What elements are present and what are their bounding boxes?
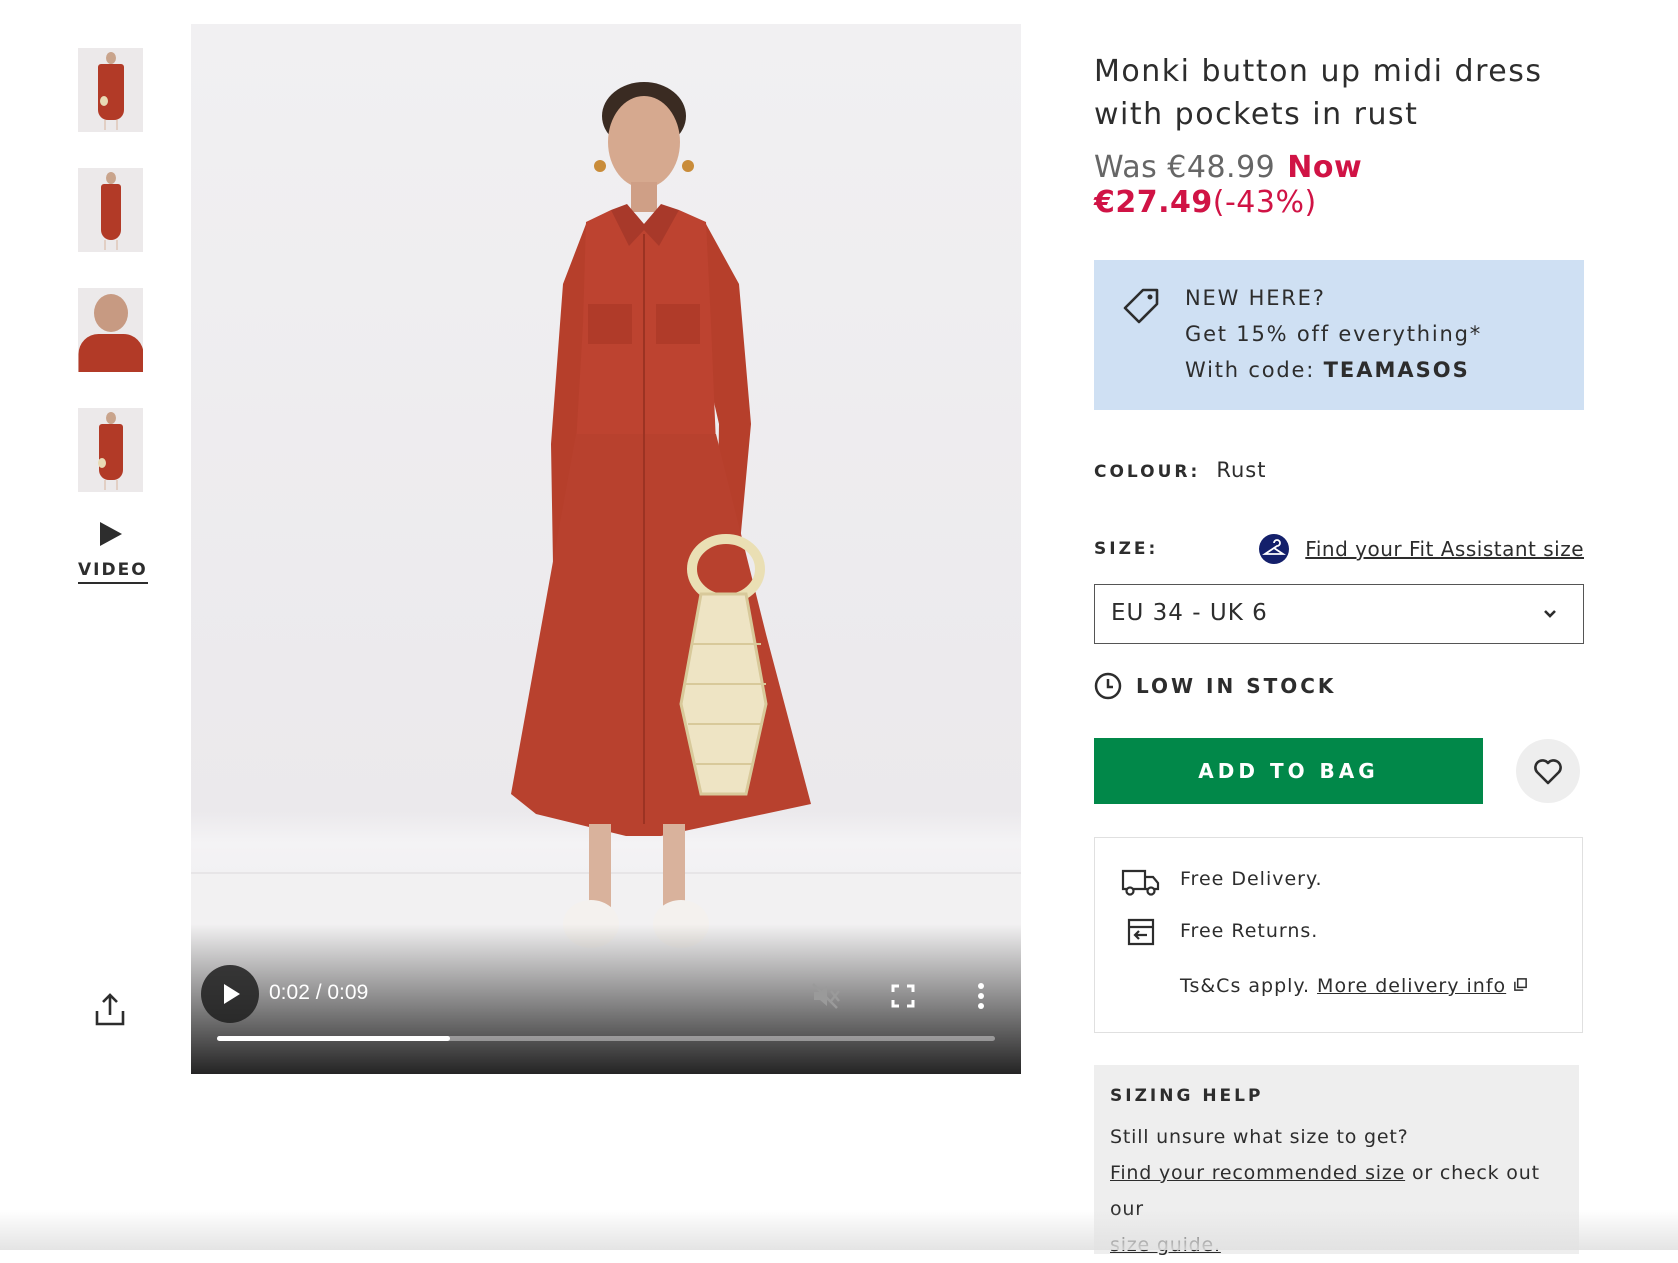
add-to-bag-button[interactable]: ADD TO BAG [1094, 738, 1483, 804]
colour-row: COLOUR: Rust [1094, 458, 1584, 482]
video-time: 0:02 / 0:09 [269, 981, 369, 1004]
promo-line-3: With code: TEAMASOS [1185, 352, 1584, 388]
video-progress-bar[interactable] [217, 1036, 995, 1041]
video-tab[interactable]: VIDEO [78, 522, 148, 584]
play-icon [100, 522, 122, 546]
thumbnail-3[interactable] [78, 288, 143, 372]
thumbnail-gallery [78, 48, 144, 528]
buy-row: ADD TO BAG [1094, 738, 1584, 804]
colour-value: Rust [1216, 458, 1267, 482]
terms-prefix: Ts&Cs apply. [1180, 975, 1318, 997]
size-label: SIZE: [1094, 539, 1159, 559]
delivery-info-box: Free Delivery. Free Returns. Ts&Cs apply… [1094, 837, 1583, 1033]
fit-assistant-link-text: Find your Fit Assistant size [1305, 537, 1584, 561]
thumbnail-bag [98, 458, 106, 468]
thumbnail-2[interactable] [78, 168, 143, 252]
thumbnail-figure-dress [98, 424, 123, 480]
promo-code-prefix: With code: [1185, 358, 1324, 382]
thumbnail-closeup-shirt [78, 334, 143, 372]
new-customer-promo: NEW HERE? Get 15% off everything* With c… [1094, 260, 1584, 410]
product-video-player[interactable]: 0:02 / 0:09 [191, 24, 1021, 1074]
promo-line-1: NEW HERE? [1185, 286, 1326, 310]
thumbnail-figure-head [105, 412, 116, 424]
product-title: Monki button up midi dress with pockets … [1094, 54, 1543, 132]
thumbnail-1[interactable] [78, 48, 143, 132]
fullscreen-icon[interactable] [891, 984, 915, 1008]
thumbnail-figure-dress [97, 64, 124, 120]
stock-label: LOW IN STOCK [1136, 674, 1337, 698]
stock-status: LOW IN STOCK [1094, 672, 1584, 700]
delivery-terms: Ts&Cs apply. More delivery info [1180, 975, 1528, 997]
colour-label: COLOUR: [1094, 462, 1201, 482]
thumbnail-figure-head [105, 52, 116, 64]
thumbnail-figure-dress [100, 184, 121, 240]
save-for-later-button[interactable] [1516, 739, 1580, 803]
discount-percent: (-43%) [1212, 185, 1317, 220]
free-returns-text: Free Returns. [1180, 920, 1319, 942]
thumbnail-bag [100, 96, 108, 106]
size-selected-value: EU 34 - UK 6 [1111, 600, 1268, 626]
more-options-icon[interactable] [971, 982, 991, 1010]
thumbnail-figure-legs [103, 240, 118, 250]
clock-icon [1094, 672, 1122, 700]
share-icon[interactable] [94, 993, 126, 1027]
thumbnail-closeup-head [93, 294, 128, 332]
fit-assistant-hanger-icon [1259, 534, 1290, 564]
returns-icon [1127, 918, 1155, 946]
hanger-glyph [1262, 539, 1287, 555]
video-tab-label: VIDEO [78, 560, 148, 584]
heart-icon [1534, 759, 1562, 785]
recommended-size-link[interactable]: Find your recommended size [1110, 1162, 1405, 1184]
delivery-truck-icon [1121, 869, 1160, 896]
page-bottom-shadow [0, 1210, 1678, 1250]
mute-icon[interactable] [811, 982, 841, 1010]
price-row: Was €48.99 Now €27.49(-43%) [1094, 150, 1584, 220]
product-info-panel: Monki button up midi dress with pockets … [1094, 50, 1584, 1256]
free-delivery-text: Free Delivery. [1180, 868, 1323, 890]
thumbnail-figure-legs [103, 120, 118, 130]
price-tag-icon [1123, 288, 1159, 324]
sizing-help-heading: SIZING HELP [1110, 1086, 1264, 1106]
external-link-icon [1514, 978, 1528, 991]
play-icon[interactable] [201, 965, 259, 1023]
promo-line-2: Get 15% off everything* [1185, 322, 1483, 346]
promo-code: TEAMASOS [1323, 358, 1470, 382]
video-progress-fill [217, 1036, 451, 1041]
size-row: SIZE: Find your Fit Assistant size [1094, 534, 1584, 564]
sizing-help-line: Still unsure what size to get? [1110, 1126, 1409, 1148]
more-delivery-info-link[interactable]: More delivery info [1317, 975, 1506, 997]
model-in-rust-dress [511, 82, 811, 948]
chevron-down-icon [1544, 610, 1556, 618]
fit-assistant-link[interactable]: Find your Fit Assistant size [1259, 534, 1584, 564]
was-price: Was €48.99 [1094, 150, 1276, 185]
size-dropdown[interactable]: EU 34 - UK 6 [1094, 584, 1584, 644]
thumbnail-figure-head [105, 172, 116, 184]
thumbnail-figure-legs [103, 480, 118, 490]
thumbnail-4[interactable] [78, 408, 143, 492]
